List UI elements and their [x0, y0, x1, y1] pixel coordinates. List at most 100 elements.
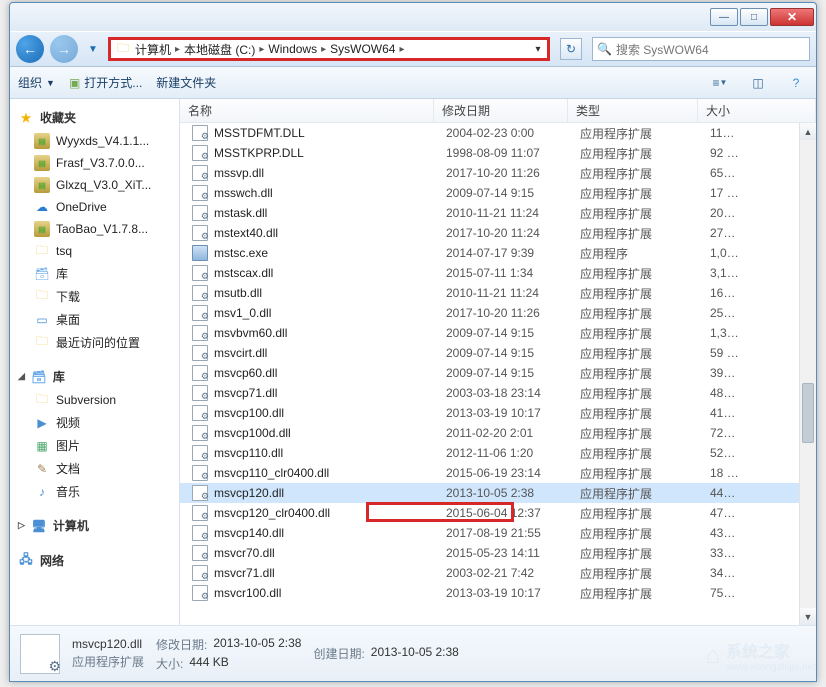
column-size[interactable]: 大小 — [698, 99, 816, 122]
nav-item[interactable]: ▤Wyyxds_V4.1.1... — [10, 130, 179, 152]
favorites-heading[interactable]: ★收藏夹 — [10, 105, 179, 130]
file-row[interactable]: msvcirt.dll2009-07-14 9:15应用程序扩展59 KB — [180, 343, 799, 363]
nav-item[interactable]: ▤TaoBao_V1.7.8... — [10, 218, 179, 240]
organize-menu[interactable]: 组织▼ — [18, 74, 55, 91]
file-row[interactable]: msv1_0.dll2017-10-20 11:26应用程序扩展255 KB — [180, 303, 799, 323]
scroll-down-arrow[interactable]: ▼ — [800, 608, 816, 625]
file-row[interactable]: msvcr71.dll2003-02-21 7:42应用程序扩展340 KB — [180, 563, 799, 583]
content-area: ★收藏夹 ▤Wyyxds_V4.1.1...▤Frasf_V3.7.0.0...… — [10, 99, 816, 625]
file-list-area: 名称 修改日期 类型 大小 MSSTDFMT.DLL2004-02-23 0:0… — [180, 99, 816, 625]
network-heading[interactable]: 🖧网络 — [10, 548, 179, 573]
nav-item[interactable]: ♪音乐 — [10, 480, 179, 503]
music-icon: ♪ — [34, 484, 50, 500]
nav-item[interactable]: 🗀Subversion — [10, 389, 179, 411]
preview-pane-button[interactable]: ◫ — [746, 72, 770, 94]
nav-item[interactable]: ▶视频 — [10, 411, 179, 434]
back-button[interactable]: ← — [16, 35, 44, 63]
file-row[interactable]: msvbvm60.dll2009-07-14 9:15应用程序扩展1,354 K… — [180, 323, 799, 343]
expand-icon[interactable]: ◢ — [18, 371, 25, 382]
history-dropdown[interactable]: ▼ — [84, 35, 102, 63]
scroll-thumb[interactable] — [802, 383, 814, 443]
file-row[interactable]: mssvp.dll2017-10-20 11:26应用程序扩展651 KB — [180, 163, 799, 183]
minimize-button[interactable]: — — [710, 8, 738, 26]
vertical-scrollbar[interactable]: ▲ ▼ — [799, 123, 816, 625]
dll-file-icon — [192, 405, 208, 421]
file-size: 340 KB — [702, 566, 799, 580]
nav-item[interactable]: ▤Frasf_V3.7.0.0... — [10, 152, 179, 174]
nav-item[interactable]: 🗀最近访问的位置 — [10, 331, 179, 354]
file-row[interactable]: MSSTDFMT.DLL2004-02-23 0:00应用程序扩展117 KB — [180, 123, 799, 143]
help-button[interactable]: ? — [784, 72, 808, 94]
size-value: 444 KB — [189, 655, 228, 672]
file-row[interactable]: msvcp110.dll2012-11-06 1:20应用程序扩展523 KB — [180, 443, 799, 463]
scroll-up-arrow[interactable]: ▲ — [800, 123, 816, 140]
forward-button[interactable]: → — [50, 35, 78, 63]
dll-file-icon — [192, 525, 208, 541]
file-type: 应用程序扩展 — [572, 545, 702, 562]
crumb-windows[interactable]: Windows — [268, 42, 317, 56]
file-type: 应用程序扩展 — [572, 405, 702, 422]
computer-heading[interactable]: ▷🖥计算机 — [10, 513, 179, 538]
search-input[interactable]: 🔍 搜索 SysWOW64 — [592, 37, 810, 61]
file-type: 应用程序扩展 — [572, 125, 702, 142]
refresh-button[interactable]: ↻ — [560, 38, 582, 60]
column-date[interactable]: 修改日期 — [434, 99, 568, 122]
file-row[interactable]: mstscax.dll2015-07-11 1:34应用程序扩展3,146 KB — [180, 263, 799, 283]
nav-item-label: 下载 — [56, 288, 80, 305]
breadcrumb[interactable]: 🗀 计算机 ▸ 本地磁盘 (C:) ▸ Windows ▸ SysWOW64 ▸ — [111, 41, 529, 58]
crumb-drive[interactable]: 本地磁盘 (C:) — [184, 41, 255, 58]
view-options-button[interactable]: ≡ ▼ — [708, 72, 732, 94]
title-bar[interactable]: — □ ✕ — [10, 3, 816, 31]
file-date: 2017-08-19 21:55 — [438, 526, 572, 540]
new-folder-button[interactable]: 新建文件夹 — [156, 74, 216, 91]
expand-icon[interactable]: ▷ — [18, 520, 25, 531]
file-row[interactable]: msvcp100.dll2013-03-19 10:17应用程序扩展412 KB — [180, 403, 799, 423]
nav-item[interactable]: 🗀tsq — [10, 240, 179, 262]
file-name: msv1_0.dll — [214, 306, 271, 320]
file-row[interactable]: msutb.dll2010-11-21 11:24应用程序扩展164 KB — [180, 283, 799, 303]
chevron-right-icon[interactable]: ▸ — [321, 44, 326, 55]
search-icon: 🔍 — [597, 42, 612, 56]
chevron-right-icon[interactable]: ▸ — [259, 44, 264, 55]
file-type: 应用程序 — [572, 245, 702, 262]
address-dropdown[interactable]: ▾ — [529, 44, 547, 55]
file-row[interactable]: msvcp60.dll2009-07-14 9:15应用程序扩展397 KB — [180, 363, 799, 383]
column-name[interactable]: 名称 — [180, 99, 434, 122]
maximize-button[interactable]: □ — [740, 8, 768, 26]
chevron-right-icon[interactable]: ▸ — [175, 44, 180, 55]
nav-item[interactable]: ☁OneDrive — [10, 196, 179, 218]
libraries-heading[interactable]: ◢🗃库 — [10, 364, 179, 389]
folder-icon: 🗀 — [115, 41, 131, 57]
file-row[interactable]: mstask.dll2010-11-21 11:24应用程序扩展205 KB — [180, 203, 799, 223]
open-with-button[interactable]: ▣打开方式... — [69, 74, 142, 91]
file-row[interactable]: mstsc.exe2014-07-17 9:39应用程序1,027 KB — [180, 243, 799, 263]
column-type[interactable]: 类型 — [568, 99, 698, 122]
file-row[interactable]: msvcp120_clr0400.dll2015-06-04 12:37应用程序… — [180, 503, 799, 523]
file-row[interactable]: msvcp120.dll2013-10-05 2:38应用程序扩展445 KB — [180, 483, 799, 503]
lib-icon: 🗃 — [34, 266, 50, 282]
file-row[interactable]: msvcp110_clr0400.dll2015-06-19 23:14应用程序… — [180, 463, 799, 483]
file-row[interactable]: msvcr70.dll2015-05-23 14:11应用程序扩展336 KB — [180, 543, 799, 563]
nav-item[interactable]: ✎文档 — [10, 457, 179, 480]
nav-item[interactable]: ▭桌面 — [10, 308, 179, 331]
file-row[interactable]: msvcp140.dll2017-08-19 21:55应用程序扩展430 KB — [180, 523, 799, 543]
file-date: 2013-03-19 10:17 — [438, 406, 572, 420]
file-date: 2015-07-11 1:34 — [438, 266, 572, 280]
file-row[interactable]: mstext40.dll2017-10-20 11:24应用程序扩展276 KB — [180, 223, 799, 243]
close-button[interactable]: ✕ — [770, 8, 814, 26]
crumb-computer[interactable]: 计算机 — [135, 41, 171, 58]
nav-item[interactable]: 🗀下载 — [10, 285, 179, 308]
address-bar[interactable]: 🗀 计算机 ▸ 本地磁盘 (C:) ▸ Windows ▸ SysWOW64 ▸ ▾ — [108, 37, 550, 61]
file-list[interactable]: MSSTDFMT.DLL2004-02-23 0:00应用程序扩展117 KBM… — [180, 123, 799, 625]
file-row[interactable]: msvcp71.dll2003-03-18 23:14应用程序扩展488 KB — [180, 383, 799, 403]
file-row[interactable]: MSSTKPRP.DLL1998-08-09 11:07应用程序扩展92 KB — [180, 143, 799, 163]
file-name: msvcr100.dll — [214, 586, 281, 600]
file-row[interactable]: msvcr100.dll2013-03-19 10:17应用程序扩展756 KB — [180, 583, 799, 603]
file-row[interactable]: msvcp100d.dll2011-02-20 2:01应用程序扩展727 KB — [180, 423, 799, 443]
crumb-syswow64[interactable]: SysWOW64 — [330, 42, 395, 56]
nav-item[interactable]: ▤Glxzq_V3.0_XiT... — [10, 174, 179, 196]
nav-item[interactable]: 🗃库 — [10, 262, 179, 285]
nav-item[interactable]: ▦图片 — [10, 434, 179, 457]
file-row[interactable]: msswch.dll2009-07-14 9:15应用程序扩展17 KB — [180, 183, 799, 203]
chevron-right-icon[interactable]: ▸ — [399, 44, 404, 55]
